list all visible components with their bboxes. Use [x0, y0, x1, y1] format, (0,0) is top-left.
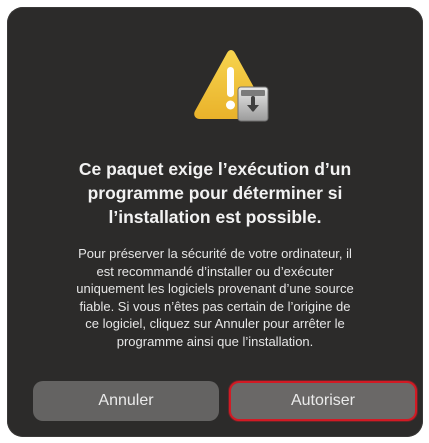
title-line: programme pour déterminer si [87, 183, 343, 203]
title-line: Ce paquet exige l’exécution d’un [78, 159, 352, 179]
message-line: fiable. Si vous n’êtes pas certain de l’… [79, 298, 351, 314]
installer-alert-dialog: Ce paquet exige l’exécution d’un program… [0, 0, 429, 443]
warning-installer-icon [194, 50, 269, 122]
dialog-panel: Ce paquet exige l’exécution d’un program… [7, 7, 423, 437]
message-line: Pour préserver la sécurité de votre ordi… [78, 246, 352, 261]
message-line: uniquement les logiciels provenant d’une… [76, 281, 354, 297]
allow-button[interactable]: Autoriser [229, 381, 417, 421]
dialog-message: Pour préserver la sécurité de votre ordi… [23, 245, 407, 351]
message-line: est recommandé d’installer ou d’exécuter [96, 263, 334, 279]
dialog-title: Ce paquet exige l’exécution d’un program… [31, 157, 399, 229]
message-line: ce logiciel, cliquez sur Annuler pour ar… [85, 316, 345, 332]
cancel-button[interactable]: Annuler [33, 381, 219, 421]
message-line: programme ainsi que l’installation. [116, 333, 314, 349]
title-line: l’installation est possible. [108, 207, 322, 227]
